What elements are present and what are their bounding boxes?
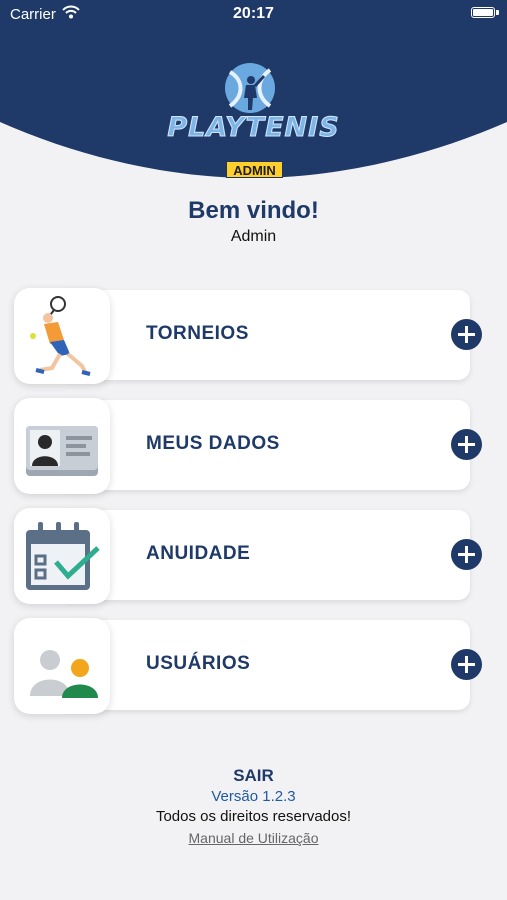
logo-text: PLAYTENIS xyxy=(167,112,340,144)
logout-button[interactable]: SAIR xyxy=(0,766,507,786)
version-label: Versão 1.2.3 xyxy=(211,788,296,805)
calendar-check-icon xyxy=(26,522,100,590)
menu-card-torneios[interactable] xyxy=(60,290,470,380)
plus-icon[interactable] xyxy=(451,539,482,570)
welcome-title: Bem vindo! xyxy=(188,197,319,224)
battery-icon xyxy=(471,7,495,18)
menu-icon-box-torneios[interactable] xyxy=(14,288,110,384)
menu-label-torneios[interactable]: TORNEIOS xyxy=(146,323,249,345)
menu-label-meus-dados[interactable]: MEUS DADOS xyxy=(146,433,280,455)
menu-icon-box-meus-dados[interactable] xyxy=(14,398,110,494)
rights-label: Todos os direitos reservados! xyxy=(155,808,352,825)
admin-badge: ADMIN xyxy=(226,161,283,178)
menu-card-anuidade[interactable] xyxy=(60,510,470,600)
battery-cap xyxy=(496,10,499,15)
tennis-ball-logo-icon xyxy=(225,63,275,113)
plus-icon[interactable] xyxy=(451,319,482,350)
menu-label-anuidade[interactable]: ANUIDADE xyxy=(146,543,250,565)
id-card-icon xyxy=(26,426,98,476)
menu-label-usuarios[interactable]: USUÁRIOS xyxy=(146,653,250,675)
status-bar: Carrier 20:17 xyxy=(0,0,507,28)
menu-card-usuarios[interactable] xyxy=(60,620,470,710)
manual-link[interactable]: Manual de Utilização xyxy=(0,830,507,846)
menu-icon-box-usuarios[interactable] xyxy=(14,618,110,714)
welcome-user: Admin xyxy=(230,228,277,245)
plus-icon[interactable] xyxy=(451,649,482,680)
tennis-player-icon xyxy=(30,296,91,376)
plus-icon[interactable] xyxy=(451,429,482,460)
users-icon xyxy=(30,650,98,698)
status-time: 20:17 xyxy=(233,5,274,22)
header: Carrier 20:17 PLAYTENIS ADMIN xyxy=(0,0,507,185)
menu-icon-box-anuidade[interactable] xyxy=(14,508,110,604)
